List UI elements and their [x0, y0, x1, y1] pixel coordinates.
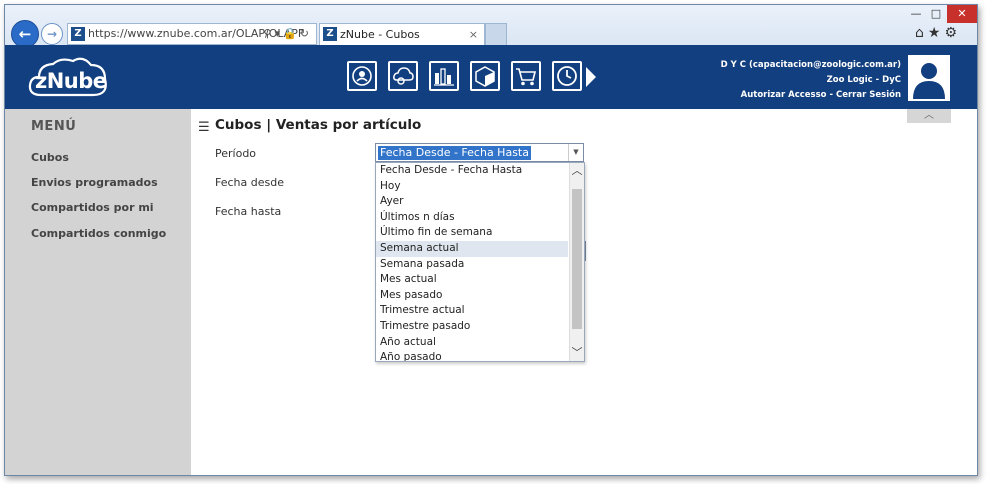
lock-icon: 🔒	[283, 27, 300, 40]
module-chart-button[interactable]	[429, 61, 459, 91]
logo-text: zNube	[35, 69, 107, 93]
hamburger-menu-icon[interactable]: ☰	[198, 120, 210, 135]
dropdown-option[interactable]: Hoy	[376, 179, 568, 195]
module-cart-button[interactable]	[511, 61, 541, 91]
search-icon[interactable]: ⚲	[263, 27, 274, 40]
cloud-people-icon	[352, 66, 372, 86]
close-tab-icon[interactable]: ×	[469, 24, 478, 46]
forward-button[interactable]: →	[41, 23, 63, 45]
link-separator: -	[829, 90, 833, 100]
page-title: Cubos | Ventas por artículo	[215, 117, 422, 133]
site-favicon-icon: Z	[71, 27, 85, 41]
user-links: Autorizar Accesso - Cerrar Sesión	[721, 88, 901, 103]
sidebar-item-compartidos-conmigo[interactable]: Compartidos conmigo	[31, 227, 166, 240]
avatar[interactable]	[908, 55, 950, 101]
dropdown-option[interactable]: Trimestre pasado	[376, 319, 568, 335]
user-info: D Y C (capacitacion@zoologic.com.ar) Zoo…	[721, 58, 901, 103]
logout-link[interactable]: Cerrar Sesión	[836, 90, 901, 100]
sidebar-item-envios-programados[interactable]: Envios programados	[31, 176, 158, 189]
chart-icon	[434, 68, 454, 86]
sidebar-item-cubos[interactable]: Cubos	[31, 151, 69, 164]
cart-icon	[516, 68, 537, 86]
authorize-access-link[interactable]: Autorizar Accesso	[741, 90, 827, 100]
chevron-down-icon[interactable]: ▼	[568, 144, 583, 161]
dropdown-option[interactable]: Ayer	[376, 194, 568, 210]
user-avatar-icon	[913, 63, 945, 99]
star-icon[interactable]: ★	[928, 25, 945, 41]
chevron-up-icon: ︿	[924, 110, 934, 121]
dropdown-option[interactable]: Semana actual	[376, 240, 568, 257]
company-name: Zoo Logic - DyC	[826, 75, 901, 85]
dropdown-option[interactable]: Últimos n días	[376, 210, 568, 226]
clock-icon	[557, 66, 577, 86]
dropdown-option[interactable]: Año pasado	[376, 350, 568, 361]
periodo-label: Período	[215, 147, 257, 160]
dropdown-option[interactable]: Mes actual	[376, 272, 568, 288]
user-name: D Y C (capacitacion@zoologic.com.ar)	[720, 60, 901, 70]
browser-toolbar-icons: ⌂★⚙	[915, 25, 961, 41]
module-cube-button[interactable]	[470, 61, 500, 91]
back-button[interactable]: ←	[11, 20, 39, 48]
app-content: zNube D Y C (capacitacion@zoologic.com.a…	[5, 45, 977, 475]
tab-znube-cubos[interactable]: ZzNube - Cubos ×	[319, 23, 485, 46]
dropdown-option[interactable]: Trimestre actual	[376, 303, 568, 319]
module-clock-button[interactable]	[552, 61, 582, 91]
scrollbar-thumb[interactable]	[572, 189, 582, 329]
periodo-select[interactable]: Fecha Desde - Fecha Hasta ▼	[375, 143, 584, 162]
dropdown-scrollbar[interactable]: ︿ ﹀	[569, 163, 584, 361]
dropdown-option[interactable]: Mes pasado	[376, 288, 568, 304]
dropdown-option[interactable]: Fecha Desde - Fecha Hasta	[376, 163, 568, 179]
gear-icon[interactable]: ⚙	[944, 25, 961, 41]
refresh-icon[interactable]: ↻	[300, 27, 312, 40]
module-cloud-people-button[interactable]	[347, 61, 377, 91]
address-bar-icons: ⚲▾🔒↻	[263, 24, 312, 44]
address-bar[interactable]: Zhttps://www.znube.com.ar/OLAP/OLAPF ⚲▾🔒…	[67, 23, 317, 45]
sidebar: MENÚ Cubos Envios programados Compartido…	[5, 109, 191, 475]
app-header: zNube D Y C (capacitacion@zoologic.com.a…	[5, 45, 977, 109]
collapse-header-button[interactable]: ︿	[907, 109, 951, 123]
cloud-gear-icon	[393, 67, 414, 85]
minimize-button[interactable]: —	[907, 5, 925, 23]
scroll-down-icon[interactable]: ﹀	[570, 345, 584, 361]
fecha-hasta-label: Fecha hasta	[215, 205, 282, 218]
back-arrow-icon: ←	[18, 25, 32, 43]
home-icon[interactable]: ⌂	[915, 25, 928, 41]
dropdown-options: Fecha Desde - Fecha Hasta Hoy Ayer Últimos …	[376, 163, 568, 361]
tab-favicon-icon: Z	[323, 27, 337, 41]
forward-arrow-icon: →	[46, 27, 58, 41]
maximize-button[interactable]: □	[927, 5, 945, 23]
scroll-up-icon[interactable]: ︿	[570, 163, 584, 179]
module-cloud-gear-button[interactable]	[388, 61, 418, 91]
znube-logo[interactable]: zNube	[27, 55, 109, 101]
new-tab-button[interactable]	[485, 23, 507, 46]
menu-title: MENÚ	[31, 119, 77, 134]
dropdown-option[interactable]: Año actual	[376, 335, 568, 351]
periodo-select-value: Fecha Desde - Fecha Hasta	[378, 146, 531, 160]
close-window-button[interactable]: ✕	[947, 5, 977, 23]
cube-icon	[475, 66, 495, 87]
dropdown-option[interactable]: Último fin de semana	[376, 225, 568, 241]
tab-title: zNube - Cubos	[340, 28, 420, 41]
periodo-dropdown-list[interactable]: Fecha Desde - Fecha Hasta Hoy Ayer Últimos …	[375, 162, 585, 362]
dropdown-option[interactable]: Semana pasada	[376, 257, 568, 273]
next-modules-arrow-icon[interactable]	[586, 67, 596, 87]
fecha-desde-label: Fecha desde	[215, 176, 284, 189]
dropdown-icon[interactable]: ▾	[275, 27, 284, 40]
browser-titlebar: ← → Zhttps://www.znube.com.ar/OLAP/OLAPF…	[5, 5, 977, 48]
sidebar-item-compartidos-por-mi[interactable]: Compartidos por mi	[31, 201, 154, 214]
browser-window: ← → Zhttps://www.znube.com.ar/OLAP/OLAPF…	[4, 4, 978, 476]
